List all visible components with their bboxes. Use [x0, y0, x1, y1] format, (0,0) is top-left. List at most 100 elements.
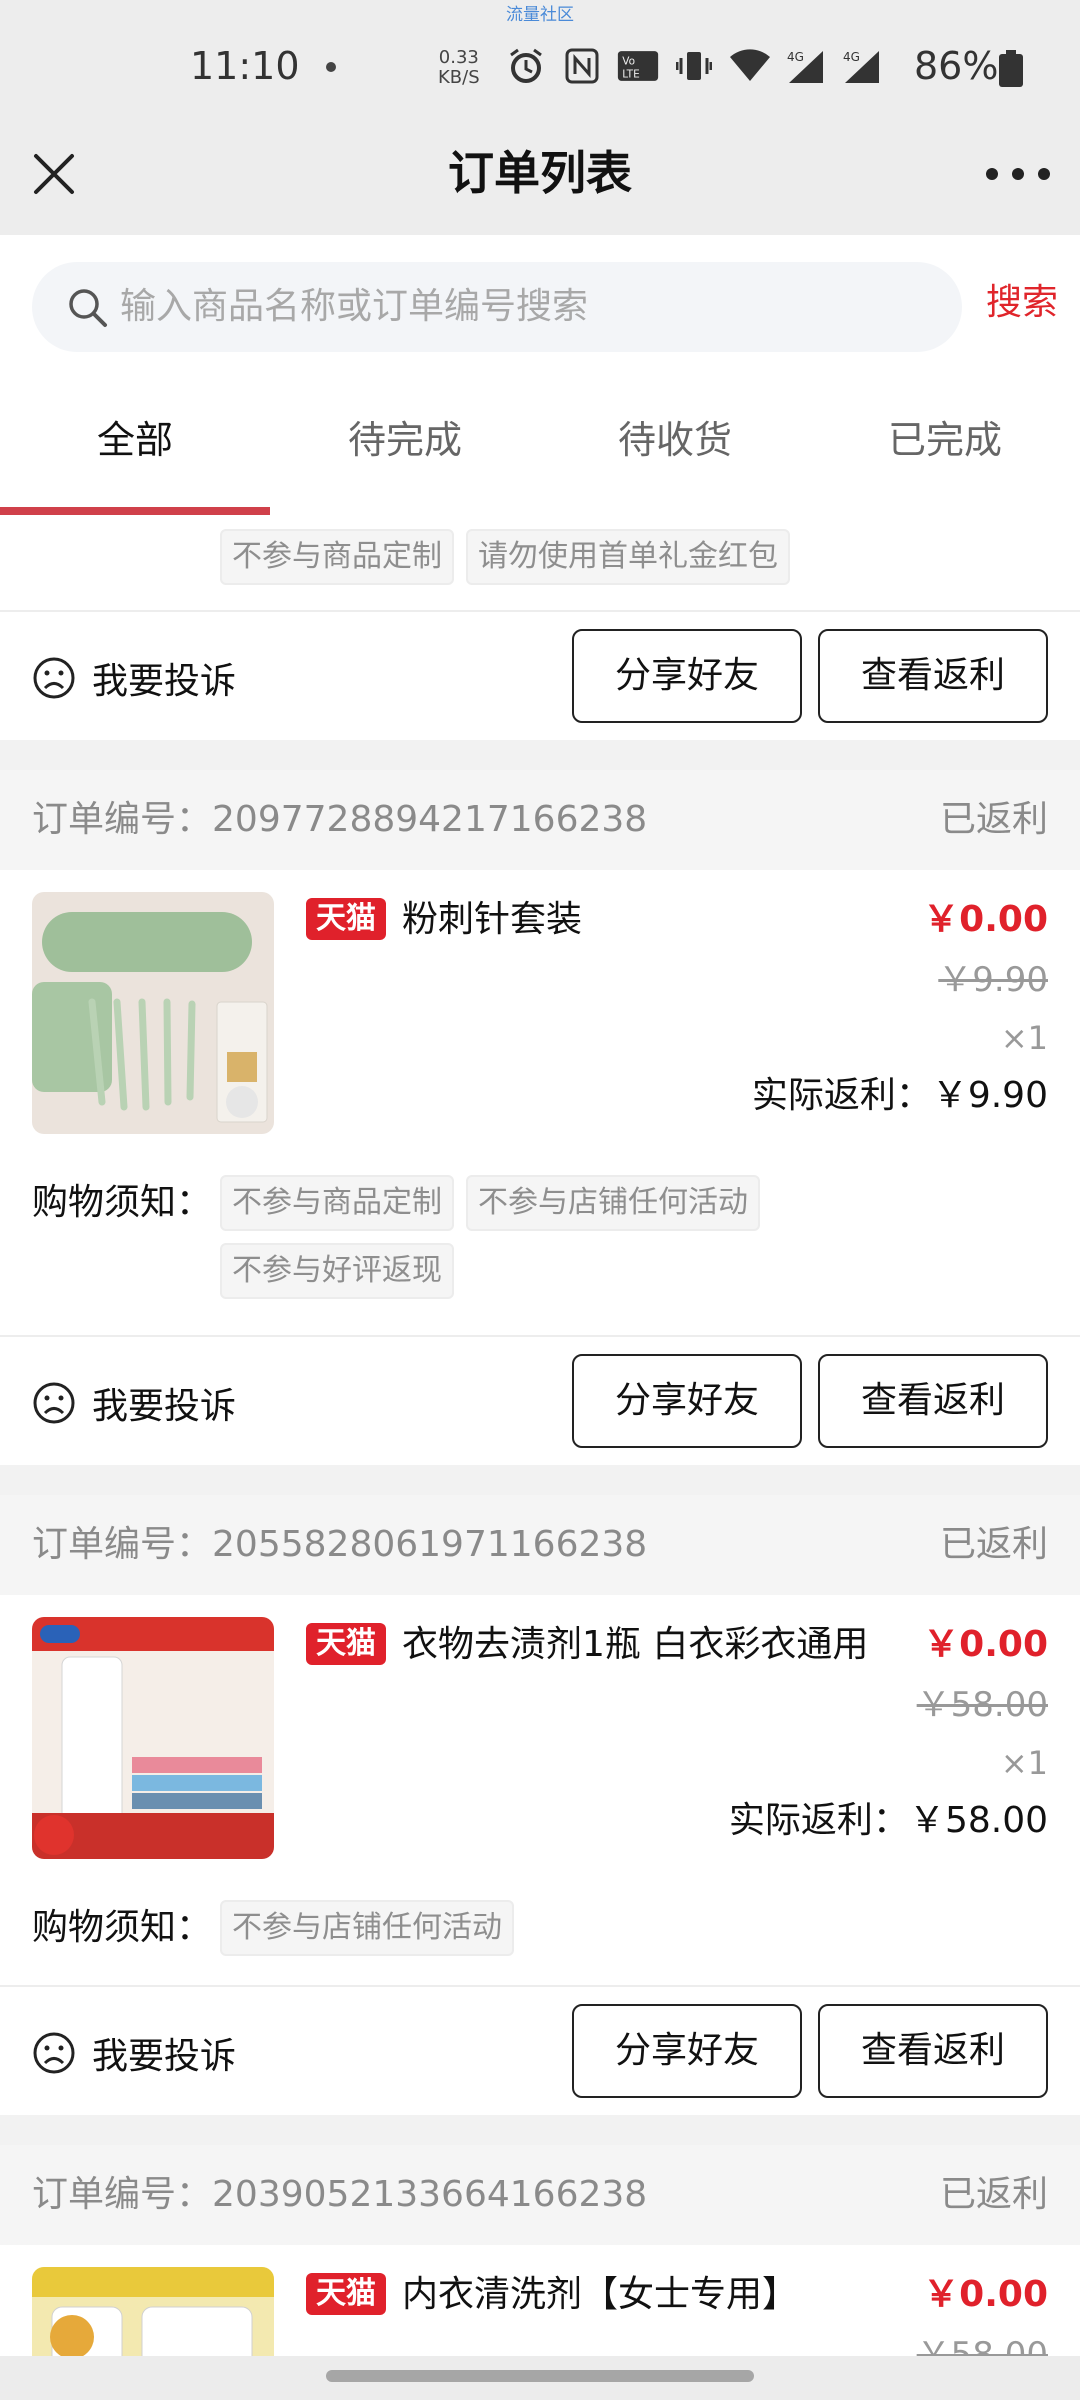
complain-link[interactable]: 我要投诉 [32, 652, 236, 704]
page-title: 订单列表 [448, 146, 632, 200]
order-number-value: 2055828061971166238 [212, 1524, 648, 1565]
product-name: 粉刺针套装 [402, 899, 583, 940]
title-bar: 订单列表 [0, 130, 1080, 235]
alarm-icon [505, 46, 547, 86]
tmall-badge: 天猫 [306, 1623, 386, 1665]
order-tabs: 全部 待完成 待收货 已完成 [0, 375, 1080, 515]
signal-4g-icon: 4G [785, 46, 827, 86]
quantity: ×1 [1000, 1019, 1048, 1057]
network-speed: 0.33 KB/S [438, 48, 480, 88]
search-icon [64, 284, 110, 330]
order-number-label: 订单编号： [32, 2174, 213, 2215]
complain-link[interactable]: 我要投诉 [32, 1377, 236, 1429]
tab-completed[interactable]: 已完成 [810, 375, 1080, 515]
more-dot [1012, 168, 1024, 180]
actual-rebate: 实际返利：￥9.90 [752, 1068, 1048, 1124]
order-status: 已返利 [939, 2174, 1048, 2215]
tab-pending[interactable]: 待完成 [270, 375, 540, 515]
view-rebate-button[interactable]: 查看返利 [818, 1354, 1048, 1448]
notice-tag: 不参与商品定制 [220, 1175, 454, 1231]
original-price: ￥58.00 [916, 1685, 1048, 1725]
shopping-notice-label: 购物须知： [32, 1907, 213, 1948]
order-number: 订单编号：2039052133664166238 [32, 2167, 647, 2223]
notice-tags: 不参与商品定制 请勿使用首单礼金红包 [220, 529, 790, 585]
share-friends-button[interactable]: 分享好友 [572, 1354, 802, 1448]
order-header: 订单编号：2097728894217166238 已返利 [0, 770, 1080, 870]
product-row[interactable]: 天猫 内衣清洗剂【女士专用】 ￥0.00 ￥58.00 [0, 2245, 1080, 2356]
search-input[interactable]: 输入商品名称或订单编号搜索 [32, 262, 962, 352]
notice-tag: 不参与店铺任何活动 [466, 1175, 760, 1231]
notice-tag: 请勿使用首单礼金红包 [466, 529, 790, 585]
shopping-notice: 购物须知： 不参与商品定制 不参与店铺任何活动 不参与好评返现 [0, 1155, 1080, 1335]
order-number-value: 2097728894217166238 [212, 799, 648, 840]
notification-dot-icon [326, 62, 336, 72]
product-name: 衣物去渍剂1瓶 白衣彩衣通用 [402, 1624, 869, 1665]
search-bar: 输入商品名称或订单编号搜索 搜索 [0, 235, 1080, 375]
order-header: 订单编号：2039052133664166238 已返利 [0, 2145, 1080, 2245]
share-friends-button[interactable]: 分享好友 [572, 629, 802, 723]
tmall-badge: 天猫 [306, 2273, 386, 2315]
volte-icon: Vo LTE [617, 46, 659, 86]
status-top-label: 流量社区 [506, 5, 574, 25]
product-name: 内衣清洗剂【女士专用】 [402, 2274, 799, 2315]
complain-label: 我要投诉 [92, 1386, 237, 1427]
search-button[interactable]: 搜索 [986, 275, 1058, 331]
status-time: 11:10 [190, 44, 300, 88]
shopping-notice-label: 购物须知： [32, 1182, 213, 1223]
actual-rebate-label: 实际返利： [728, 1800, 909, 1841]
order-header: 订单编号：2055828061971166238 已返利 [0, 1495, 1080, 1595]
actual-rebate: 实际返利：￥58.00 [729, 1793, 1048, 1849]
actual-rebate-value: ￥9.90 [931, 1075, 1048, 1116]
order-actions: 我要投诉 分享好友 查看返利 [0, 1985, 1080, 2115]
sad-face-icon [33, 1382, 75, 1424]
complain-link[interactable]: 我要投诉 [32, 2027, 236, 2079]
svg-text:4G: 4G [843, 50, 860, 64]
order-number-label: 订单编号： [32, 799, 213, 840]
view-rebate-button[interactable]: 查看返利 [818, 2004, 1048, 2098]
original-price: ￥9.90 [938, 960, 1048, 1000]
network-speed-unit: KB/S [438, 67, 480, 88]
order-notice-partial: 不参与商品定制 请勿使用首单礼金红包 [0, 515, 1080, 610]
product-price: ￥0.00 [923, 2274, 1048, 2315]
battery-icon [998, 50, 1024, 88]
complain-label: 我要投诉 [92, 2036, 237, 2077]
svg-text:Vo: Vo [622, 55, 635, 67]
more-dot [986, 168, 998, 180]
sad-face-icon [33, 2032, 75, 2074]
notice-tag: 不参与商品定制 [220, 529, 454, 585]
signal-4g-icon: 4G [841, 46, 883, 86]
product-image [32, 1617, 274, 1859]
tmall-badge: 天猫 [306, 898, 386, 940]
order-number-label: 订单编号： [32, 1524, 213, 1565]
product-row[interactable]: 天猫 粉刺针套装 ￥0.00 ￥9.90 ×1 实际返利：￥9.90 [0, 870, 1080, 1155]
order-status: 已返利 [939, 1524, 1048, 1565]
share-friends-button[interactable]: 分享好友 [572, 2004, 802, 2098]
notice-tags: 不参与店铺任何活动 [220, 1900, 514, 1956]
battery-percent: 86% [914, 44, 999, 88]
order-status: 已返利 [939, 799, 1048, 840]
quantity: ×1 [1000, 1744, 1048, 1782]
complain-label: 我要投诉 [92, 661, 237, 702]
actual-rebate-label: 实际返利： [751, 1075, 932, 1116]
product-image [32, 892, 274, 1134]
tab-to-receive[interactable]: 待收货 [540, 375, 810, 515]
view-rebate-button[interactable]: 查看返利 [818, 629, 1048, 723]
order-number: 订单编号：2097728894217166238 [32, 792, 647, 848]
order-number-value: 2039052133664166238 [212, 2174, 648, 2215]
order-number: 订单编号：2055828061971166238 [32, 1517, 647, 1573]
svg-text:LTE: LTE [622, 68, 639, 80]
nfc-icon [561, 46, 603, 86]
more-options-icon[interactable] [986, 152, 1050, 196]
svg-text:4G: 4G [787, 50, 804, 64]
shopping-notice: 购物须知： 不参与店铺任何活动 [0, 1880, 1080, 1985]
notice-tags: 不参与商品定制 不参与店铺任何活动 不参与好评返现 [220, 1175, 840, 1299]
order-actions: 我要投诉 分享好友 查看返利 [0, 610, 1080, 740]
product-row[interactable]: 天猫 衣物去渍剂1瓶 白衣彩衣通用 ￥0.00 ￥58.00 ×1 实际返利：￥… [0, 1595, 1080, 1880]
sad-face-icon [33, 657, 75, 699]
home-indicator[interactable] [326, 2370, 754, 2382]
original-price: ￥58.00 [916, 2335, 1048, 2356]
tab-all[interactable]: 全部 [0, 375, 270, 515]
notice-tag: 不参与好评返现 [220, 1243, 454, 1299]
wifi-icon [729, 46, 771, 86]
product-price: ￥0.00 [923, 1624, 1048, 1665]
